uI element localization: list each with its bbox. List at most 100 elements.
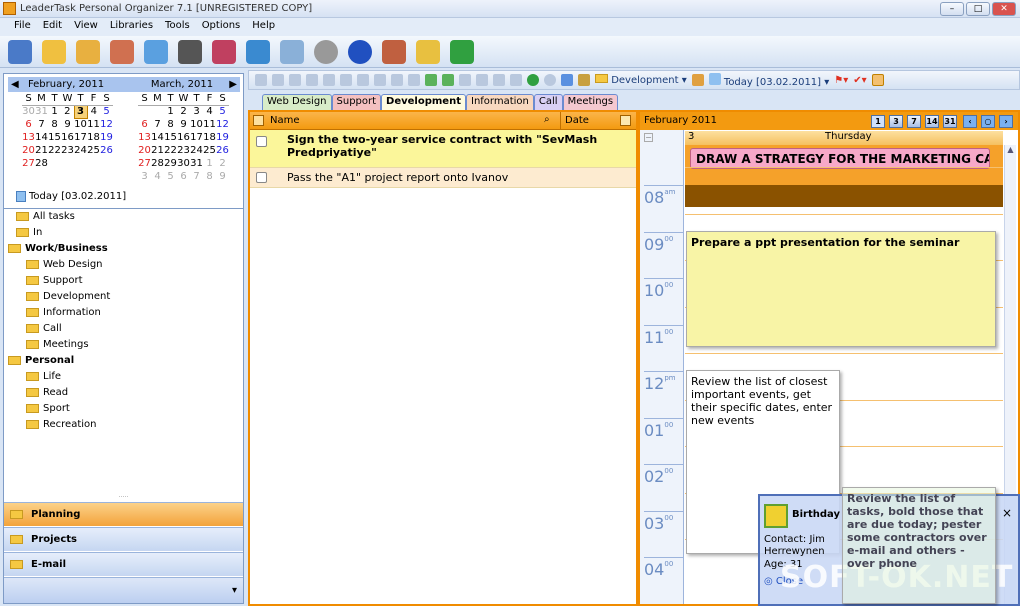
paste-icon[interactable] <box>323 74 335 86</box>
calendar-day[interactable]: 13 <box>22 131 35 144</box>
tab-meetings[interactable]: Meetings <box>562 94 619 110</box>
tree-item[interactable]: Read <box>26 387 68 398</box>
nav-email[interactable]: E-mail <box>4 552 243 576</box>
calendar-day[interactable]: 20 <box>138 144 151 157</box>
print-icon[interactable] <box>246 39 270 64</box>
tab-development[interactable]: Development <box>381 94 466 110</box>
calendar-day[interactable]: 2 <box>216 157 229 170</box>
next-icon[interactable]: › <box>999 115 1013 128</box>
tree-item-all-tasks[interactable]: All tasks <box>16 211 75 222</box>
person-icon[interactable] <box>691 74 704 86</box>
arrow-up-icon[interactable] <box>459 74 471 86</box>
calendar-day[interactable] <box>151 105 164 118</box>
collapse-icon[interactable]: − <box>644 133 653 142</box>
contacts-icon[interactable] <box>110 39 134 64</box>
delete-icon[interactable] <box>374 74 386 86</box>
calendar-march[interactable]: S M T W T F S 1 2 3 4 5 6 7 8 9 10 11 12 13 14 15 16 17 18 19 20 21… <box>138 92 229 183</box>
notes-icon[interactable] <box>416 39 440 64</box>
calendar-day[interactable]: 10 <box>74 118 87 131</box>
binoculars-icon[interactable] <box>178 39 202 64</box>
view-3-days-button[interactable]: 3 <box>889 115 903 128</box>
prev-month-icon[interactable]: ◀ <box>11 77 19 92</box>
arrow-right-icon[interactable] <box>510 74 522 86</box>
report-icon[interactable] <box>212 39 236 64</box>
calendar-day[interactable]: 5 <box>164 170 177 183</box>
calendar-day[interactable]: 4 <box>203 105 216 118</box>
calendar-day[interactable]: 6 <box>22 118 35 131</box>
tree-item[interactable]: Web Design <box>26 259 103 270</box>
menu-help[interactable]: Help <box>246 18 281 36</box>
calendar-day[interactable] <box>74 157 87 170</box>
add-subtask-icon[interactable] <box>425 74 437 86</box>
search-icon[interactable]: ⌕ <box>544 114 550 125</box>
prev-icon[interactable]: ‹ <box>963 115 977 128</box>
window-toggle-icon[interactable] <box>871 74 884 86</box>
calendar-day[interactable]: 18 <box>203 131 216 144</box>
task-row[interactable]: Pass the "A1" project report onto Ivanov <box>250 168 636 188</box>
tab-support[interactable]: Support <box>331 94 382 110</box>
filter-icon[interactable] <box>144 39 168 64</box>
flag-icon[interactable]: ⚑▾ <box>834 75 848 86</box>
calendar-february[interactable]: S M T W T F S 30 31 1 2 3 4 5 6 7 8 9 10 11 12 13 14 15 16 17 18 19… <box>22 92 113 170</box>
calendar-day[interactable]: 27 <box>138 157 151 170</box>
menu-file[interactable]: File <box>8 18 37 36</box>
nav-planning[interactable]: Planning <box>4 502 243 526</box>
filter-icon[interactable] <box>561 74 573 86</box>
settings-icon[interactable] <box>314 39 338 64</box>
calendar-day[interactable]: 25 <box>87 144 100 157</box>
undo-icon[interactable] <box>272 74 284 86</box>
task-checkbox[interactable] <box>256 136 267 147</box>
calendar-day[interactable]: 4 <box>151 170 164 183</box>
calendar-day[interactable]: 28 <box>151 157 164 170</box>
add-task-icon[interactable] <box>442 74 454 86</box>
calendar-day[interactable]: 3 <box>138 170 151 183</box>
calendar-day[interactable]: 18 <box>87 131 100 144</box>
calendar-day[interactable]: 21 <box>35 144 48 157</box>
calendar-day[interactable]: 12 <box>100 118 113 131</box>
calendar-day[interactable]: 3 <box>73 104 88 119</box>
select-all-checkbox[interactable] <box>253 115 264 126</box>
event-card[interactable]: Review the list of tasks, bold those tha… <box>842 487 996 604</box>
calendar-day[interactable]: 12 <box>216 118 229 131</box>
calendar-day[interactable]: 8 <box>164 118 177 131</box>
calendar-day[interactable]: 14 <box>35 131 48 144</box>
calendar-day[interactable]: 8 <box>203 170 216 183</box>
view-31-days-button[interactable]: 31 <box>943 115 957 128</box>
popup-close-button[interactable]: × <box>1002 506 1012 520</box>
redo-icon[interactable] <box>289 74 301 86</box>
tree-item-in[interactable]: In <box>16 227 42 238</box>
tree-item[interactable]: Call <box>26 323 62 334</box>
calendar-day[interactable]: 13 <box>138 131 151 144</box>
forward-icon[interactable] <box>544 74 556 86</box>
calendar-day[interactable]: 1 <box>48 105 61 118</box>
calendar-day[interactable]: 31 <box>35 105 48 118</box>
calendar-day[interactable]: 4 <box>87 105 100 118</box>
notes-icon[interactable] <box>620 115 631 126</box>
calendar-day[interactable]: 10 <box>190 118 203 131</box>
calendar-day[interactable]: 16 <box>177 131 190 144</box>
buy-icon[interactable] <box>450 39 474 64</box>
menu-options[interactable]: Options <box>196 18 247 36</box>
calendar-day[interactable]: 5 <box>100 105 113 118</box>
calendar-day[interactable]: 1 <box>164 105 177 118</box>
calendar-day[interactable]: 17 <box>74 131 87 144</box>
calendar-day[interactable]: 31 <box>190 157 203 170</box>
clipboard-icon[interactable] <box>357 74 369 86</box>
tree-item[interactable]: Recreation <box>26 419 96 430</box>
tree-item[interactable]: Sport <box>26 403 70 414</box>
calendar-day[interactable]: 30 <box>22 105 35 118</box>
tree-group-work[interactable]: Work/Business <box>8 243 108 254</box>
indent-icon[interactable] <box>391 74 403 86</box>
today-link[interactable]: Today [03.02.2011] <box>16 191 126 202</box>
menu-view[interactable]: View <box>68 18 104 36</box>
calendar-day[interactable] <box>100 157 113 170</box>
calendar-day[interactable]: 11 <box>87 118 100 131</box>
task-checkbox[interactable] <box>256 172 267 183</box>
task-row[interactable]: Sign the two-year service contract with … <box>250 130 636 168</box>
calendar-day[interactable]: 19 <box>216 131 229 144</box>
calendar-day[interactable]: 26 <box>100 144 113 157</box>
chevron-down-icon[interactable]: ▾ <box>232 585 237 596</box>
calendar-day[interactable]: 7 <box>35 118 48 131</box>
calendar-day[interactable]: 7 <box>151 118 164 131</box>
new-task-icon[interactable] <box>8 39 32 64</box>
